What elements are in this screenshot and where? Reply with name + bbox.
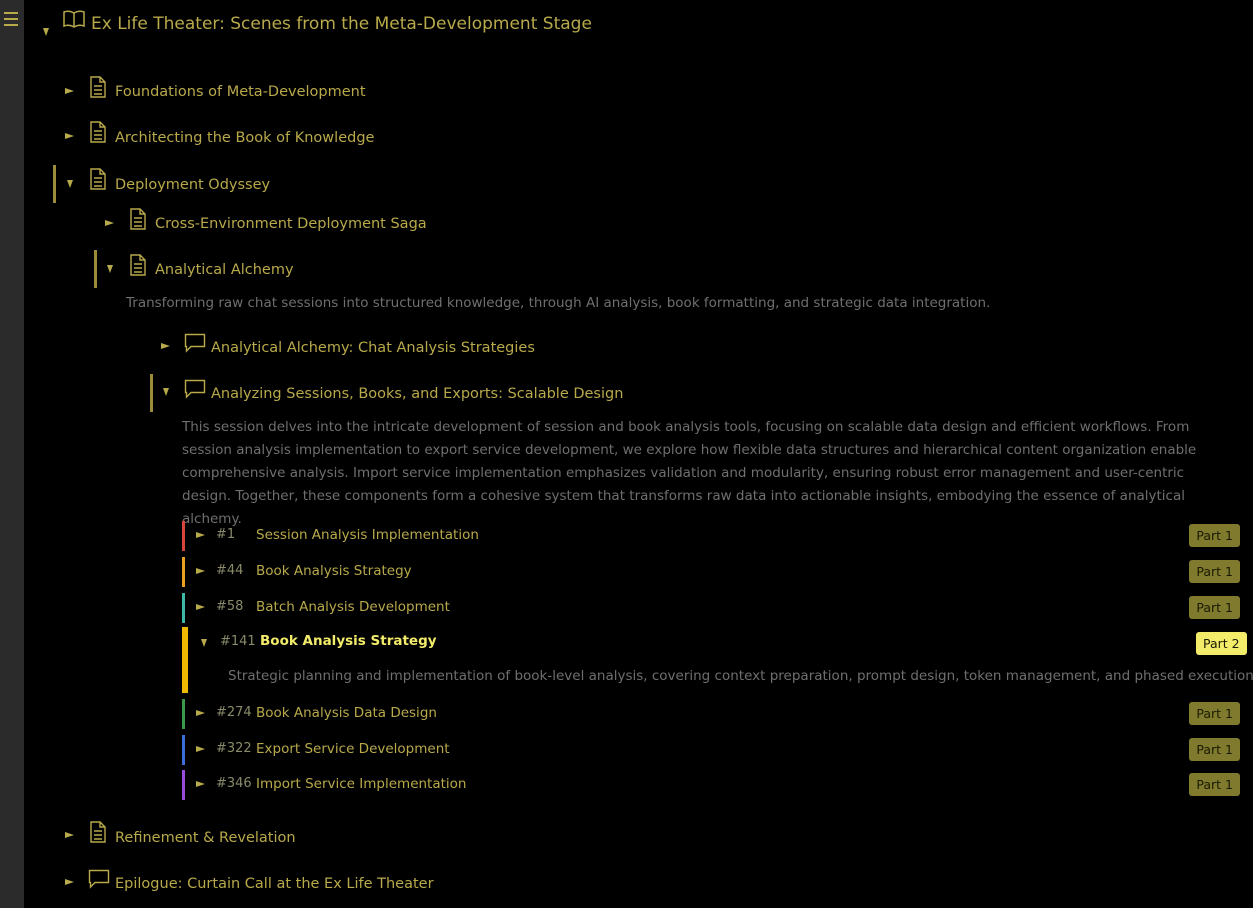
collapse-toggle[interactable] [163, 388, 169, 396]
chat-color-bar [182, 557, 185, 587]
part-badge: Part 1 [1189, 738, 1240, 761]
chat-color-bar [182, 770, 185, 800]
chat-title[interactable]: Batch Analysis Development [256, 599, 450, 615]
expand-toggle[interactable] [196, 746, 205, 752]
chat-color-bar [182, 593, 185, 623]
chat-row[interactable]: #1 Session Analysis Implementation Part … [182, 521, 1240, 551]
expand-toggle[interactable] [65, 88, 74, 94]
document-icon [90, 76, 106, 98]
expand-toggle[interactable] [196, 568, 205, 574]
section-architecting[interactable]: Architecting the Book of Knowledge [115, 130, 374, 146]
chat-row[interactable]: #58 Batch Analysis Development Part 1 [182, 593, 1240, 623]
part-badge: Part 1 [1189, 773, 1240, 796]
collapse-toggle[interactable] [201, 639, 207, 647]
chat-title[interactable]: Session Analysis Implementation [256, 527, 479, 543]
collapse-toggle[interactable] [107, 265, 113, 273]
chat-bubble-icon [184, 379, 206, 399]
section-description: Transforming raw chat sessions into stru… [126, 295, 991, 311]
section-foundations[interactable]: Foundations of Meta-Development [115, 84, 366, 100]
session-scalable-design[interactable]: Analyzing Sessions, Books, and Exports: … [211, 386, 623, 402]
section-cross-environment[interactable]: Cross-Environment Deployment Saga [155, 216, 427, 232]
expand-toggle[interactable] [196, 781, 205, 787]
section-analytical-alchemy[interactable]: Analytical Alchemy [155, 262, 294, 278]
part-badge: Part 1 [1189, 702, 1240, 725]
chat-bubble-icon [88, 869, 110, 889]
chat-color-bar [182, 521, 185, 551]
chat-bubble-icon [184, 333, 206, 353]
session-description: This session delves into the intricate d… [182, 419, 1197, 527]
session-chat-analysis-strategies[interactable]: Analytical Alchemy: Chat Analysis Strate… [211, 340, 535, 356]
chat-row[interactable]: #322 Export Service Development Part 1 [182, 735, 1240, 765]
section-deployment-odyssey[interactable]: Deployment Odyssey [115, 177, 270, 193]
chat-number: #58 [216, 599, 244, 614]
part-badge: Part 1 [1189, 524, 1240, 547]
collapse-toggle-book[interactable] [43, 28, 49, 36]
chat-title[interactable]: Book Analysis Strategy [256, 563, 412, 579]
section-refinement[interactable]: Refinement & Revelation [115, 830, 296, 846]
document-icon [90, 168, 106, 190]
chat-title[interactable]: Import Service Implementation [256, 776, 466, 792]
chat-number: #346 [216, 776, 252, 791]
chat-title-active[interactable]: Book Analysis Strategy [260, 633, 437, 649]
chat-row[interactable]: #274 Book Analysis Data Design Part 1 [182, 699, 1240, 729]
chat-title[interactable]: Book Analysis Data Design [256, 705, 437, 721]
part-badge: Part 1 [1189, 596, 1240, 619]
document-icon [130, 254, 146, 276]
selection-bar [94, 250, 97, 288]
book-title[interactable]: Ex Life Theater: Scenes from the Meta-De… [91, 14, 592, 34]
expand-toggle[interactable] [161, 343, 170, 349]
expand-toggle[interactable] [196, 710, 205, 716]
chat-description: Strategic planning and implementation of… [228, 668, 1253, 684]
chat-number: #141 [220, 634, 256, 649]
part-badge: Part 1 [1189, 560, 1240, 583]
chat-number: #44 [216, 563, 244, 578]
chat-color-bar-active [182, 627, 188, 693]
chat-title[interactable]: Export Service Development [256, 741, 450, 757]
hamburger-menu-icon[interactable] [4, 12, 18, 30]
expand-toggle[interactable] [196, 532, 205, 538]
expand-toggle[interactable] [196, 604, 205, 610]
left-rail [0, 0, 24, 908]
expand-toggle[interactable] [65, 133, 74, 139]
chat-number: #322 [216, 741, 252, 756]
chat-row[interactable]: #346 Import Service Implementation Part … [182, 770, 1240, 800]
section-epilogue[interactable]: Epilogue: Curtain Call at the Ex Life Th… [115, 876, 434, 892]
expand-toggle[interactable] [105, 220, 114, 226]
chat-color-bar [182, 735, 185, 765]
expand-toggle[interactable] [65, 879, 74, 885]
document-icon [90, 121, 106, 143]
document-icon [130, 208, 146, 230]
chat-number: #1 [216, 527, 236, 542]
chat-row[interactable]: #44 Book Analysis Strategy Part 1 [182, 557, 1240, 587]
selection-bar [150, 374, 153, 412]
expand-toggle[interactable] [65, 832, 74, 838]
chat-number: #274 [216, 705, 252, 720]
part-badge-active: Part 2 [1196, 632, 1247, 655]
book-open-icon [63, 10, 85, 28]
chat-color-bar [182, 699, 185, 729]
selection-bar [53, 165, 56, 203]
collapse-toggle[interactable] [67, 180, 73, 188]
document-icon [90, 821, 106, 843]
